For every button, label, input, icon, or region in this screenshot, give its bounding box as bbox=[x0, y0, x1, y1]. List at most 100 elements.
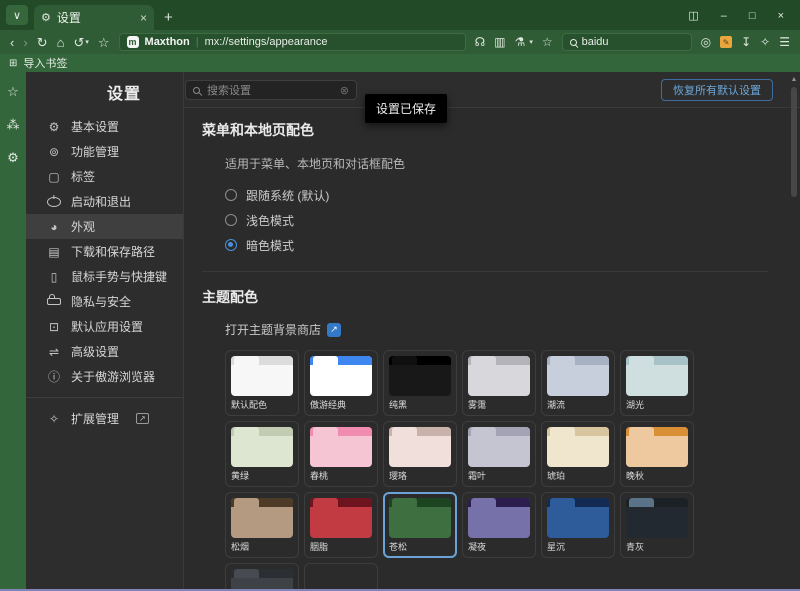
swatch-tab bbox=[550, 356, 575, 365]
puzzle-icon: ✧ bbox=[47, 412, 61, 426]
sidebar-item[interactable]: ▯鼠标手势与快捷键 bbox=[26, 264, 183, 289]
tab-close-icon[interactable]: × bbox=[140, 11, 147, 25]
sidebar-item[interactable]: 启动和退出 bbox=[26, 189, 183, 214]
theme-card-璎珞[interactable]: 璎珞 bbox=[383, 421, 457, 487]
snapshot-icon[interactable]: ◎ bbox=[701, 35, 711, 49]
radio-icon[interactable] bbox=[225, 214, 237, 226]
sidebar-item-icon: ▯ bbox=[47, 270, 61, 284]
note-icon[interactable]: ✎ bbox=[720, 36, 732, 48]
theme-swatch bbox=[547, 498, 609, 538]
scrollbar-thumb[interactable] bbox=[791, 87, 797, 197]
rail-favorites-icon[interactable]: ☆ bbox=[7, 84, 19, 100]
theme-card-潮流[interactable]: 潮流 bbox=[541, 350, 615, 416]
favorite-star-icon[interactable]: ☆ bbox=[98, 36, 110, 49]
rail-apps-icon[interactable]: ⁂ bbox=[7, 117, 20, 133]
rail-settings-icon[interactable]: ⚙ bbox=[7, 150, 19, 166]
theme-card-默认配色[interactable]: 默认配色 bbox=[225, 350, 299, 416]
gear-icon: ⚙ bbox=[41, 11, 51, 24]
sidebar-item-icon: ▢ bbox=[47, 170, 61, 184]
sidebar-item[interactable]: 隐私与安全 bbox=[26, 289, 183, 314]
sidebar-item[interactable]: ◕外观 bbox=[26, 214, 183, 239]
new-tab-button[interactable]: + bbox=[164, 9, 173, 26]
theme-store-link[interactable]: 打开主题背景商店 bbox=[225, 321, 321, 338]
skin-icon[interactable]: ✧ bbox=[760, 35, 770, 49]
collect-star-icon[interactable]: ☆ bbox=[542, 35, 553, 49]
option-label: 浅色模式 bbox=[246, 212, 294, 229]
sidebar-item[interactable]: ⓘ关于傲游浏览器 bbox=[26, 364, 183, 389]
restore-defaults-button[interactable]: 恢复所有默认设置 bbox=[661, 79, 773, 101]
sidebar-item[interactable]: ⚙基本设置 bbox=[26, 114, 183, 139]
share-icon[interactable]: ⚗ bbox=[515, 35, 526, 49]
search-icon bbox=[193, 87, 200, 94]
theme-card-晚秋[interactable]: 晚秋 bbox=[620, 421, 694, 487]
tab-list-button[interactable]: ∨ bbox=[6, 5, 28, 25]
swatch-tab bbox=[471, 356, 496, 365]
theme-card-星沉[interactable]: 星沉 bbox=[541, 492, 615, 558]
sidebar-item-icon: ⊚ bbox=[47, 145, 61, 159]
close-icon[interactable]: × bbox=[778, 10, 784, 22]
download-icon[interactable]: ↧ bbox=[741, 35, 751, 49]
reader-mode-icon[interactable]: ▥ bbox=[494, 35, 505, 49]
url-text[interactable]: mx://settings/appearance bbox=[205, 36, 328, 48]
theme-name: 霜叶 bbox=[468, 471, 530, 481]
tab-settings[interactable]: ⚙ 设置 × bbox=[34, 5, 154, 30]
back-icon[interactable]: ‹ bbox=[10, 36, 14, 49]
quick-search-value[interactable]: baidu bbox=[582, 36, 609, 48]
undo-button[interactable]: ↺ ▾ bbox=[73, 36, 88, 49]
chevron-down-icon[interactable]: ▾ bbox=[529, 38, 533, 46]
sidebar-item[interactable]: ⇌高级设置 bbox=[26, 339, 183, 364]
theme-card-纯黑[interactable]: 纯黑 bbox=[383, 350, 457, 416]
menu-icon[interactable]: ☰ bbox=[779, 35, 790, 49]
reload-icon[interactable]: ↻ bbox=[37, 36, 48, 49]
maximize-icon[interactable]: □ bbox=[749, 10, 756, 22]
theme-swatch bbox=[310, 356, 372, 396]
scroll-up-icon[interactable]: ▲ bbox=[788, 73, 800, 83]
sidebar-item[interactable]: ⊚功能管理 bbox=[26, 139, 183, 164]
forward-icon[interactable]: › bbox=[23, 36, 27, 49]
theme-card-霜叶[interactable]: 霜叶 bbox=[462, 421, 536, 487]
theme-card-傲游经典[interactable]: 傲游经典 bbox=[304, 350, 378, 416]
add-theme-button[interactable]: + bbox=[304, 563, 378, 589]
color-mode-option-system[interactable]: 跟随系统 (默认) bbox=[225, 188, 800, 202]
panel-toggle-icon[interactable]: ◫ bbox=[688, 9, 698, 22]
color-mode-option-light[interactable]: 浅色模式 bbox=[225, 213, 800, 227]
settings-search-input[interactable]: 搜索设置 ⊗ bbox=[185, 80, 357, 100]
theme-swatch bbox=[468, 427, 530, 467]
theme-card-凝夜[interactable]: 凝夜 bbox=[462, 492, 536, 558]
swatch-tab bbox=[550, 498, 575, 507]
read-aloud-icon[interactable]: ☊ bbox=[475, 35, 486, 49]
theme-card-雾霭[interactable]: 雾霭 bbox=[462, 350, 536, 416]
color-mode-option-dark[interactable]: 暗色模式 bbox=[225, 238, 800, 252]
import-bookmarks-button[interactable]: 导入书签 bbox=[23, 55, 67, 71]
sidebar-item-label: 关于傲游浏览器 bbox=[71, 368, 155, 385]
swatch-tab bbox=[629, 427, 654, 436]
external-store-icon[interactable]: ↗ bbox=[327, 323, 341, 337]
theme-card-苍松[interactable]: 苍松 bbox=[383, 492, 457, 558]
scrollbar[interactable]: ▲ bbox=[788, 73, 800, 589]
sidebar-item[interactable]: ▤下载和保存路径 bbox=[26, 239, 183, 264]
radio-icon[interactable] bbox=[225, 239, 237, 251]
sidebar-section-divider bbox=[26, 397, 183, 398]
theme-name: 湖光 bbox=[626, 400, 688, 410]
theme-card-琥珀[interactable]: 琥珀 bbox=[541, 421, 615, 487]
sidebar-item-extensions[interactable]: ✧扩展管理↗ bbox=[26, 406, 183, 431]
external-link-icon: ↗ bbox=[136, 413, 149, 424]
clear-icon[interactable]: ⊗ bbox=[340, 84, 349, 97]
theme-card-暗夜[interactable]: 暗夜 bbox=[225, 563, 299, 589]
quick-search-box[interactable]: baidu bbox=[562, 33, 692, 51]
sidebar-item[interactable]: ⊡默认应用设置 bbox=[26, 314, 183, 339]
sidebar-item[interactable]: ▢标签 bbox=[26, 164, 183, 189]
theme-card-湖光[interactable]: 湖光 bbox=[620, 350, 694, 416]
minimize-icon[interactable]: – bbox=[721, 10, 727, 22]
theme-card-春桃[interactable]: 春桃 bbox=[304, 421, 378, 487]
theme-card-松烟[interactable]: 松烟 bbox=[225, 492, 299, 558]
swatch-tab bbox=[392, 356, 417, 365]
option-label: 暗色模式 bbox=[246, 237, 294, 254]
radio-icon[interactable] bbox=[225, 189, 237, 201]
theme-card-黄绿[interactable]: 黄绿 bbox=[225, 421, 299, 487]
theme-card-胭脂[interactable]: 胭脂 bbox=[304, 492, 378, 558]
theme-name: 琥珀 bbox=[547, 471, 609, 481]
address-bar[interactable]: m Maxthon | mx://settings/appearance bbox=[119, 33, 466, 51]
theme-card-青灰[interactable]: 青灰 bbox=[620, 492, 694, 558]
home-icon[interactable]: ⌂ bbox=[57, 36, 65, 49]
